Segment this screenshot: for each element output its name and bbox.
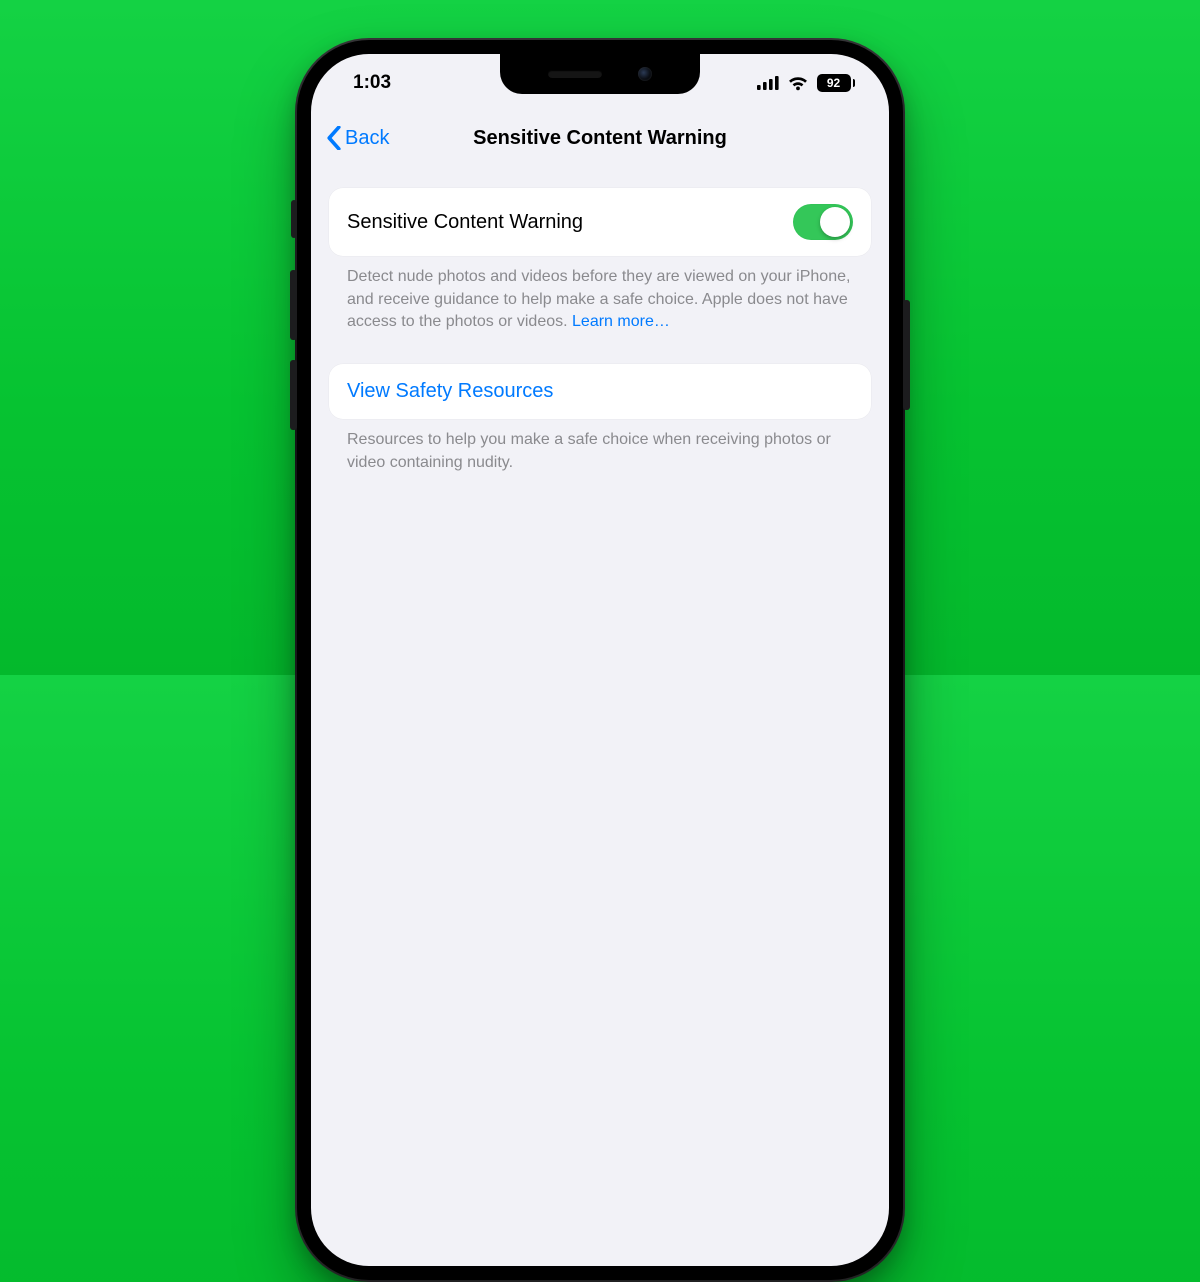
mute-switch[interactable] xyxy=(291,200,297,238)
safety-resources-label: View Safety Resources xyxy=(347,380,553,403)
sensitive-content-toggle[interactable] xyxy=(793,204,853,240)
phone-screen: 1:03 xyxy=(311,54,889,1266)
sensitive-content-group: Sensitive Content Warning Detect nude ph… xyxy=(329,188,871,334)
status-right: 92 xyxy=(757,74,856,92)
safety-resources-card: View Safety Resources xyxy=(329,364,871,419)
settings-content: Sensitive Content Warning Detect nude ph… xyxy=(311,164,889,475)
chevron-left-icon xyxy=(325,126,343,150)
page-title: Sensitive Content Warning xyxy=(311,127,889,150)
sensitive-content-row-card: Sensitive Content Warning xyxy=(329,188,871,256)
battery-icon: 92 xyxy=(817,74,856,92)
display-notch xyxy=(500,54,700,94)
wifi-icon xyxy=(787,75,809,91)
back-button[interactable]: Back xyxy=(325,126,389,150)
volume-down-button[interactable] xyxy=(290,360,297,430)
status-time: 1:03 xyxy=(353,72,391,94)
cellular-icon xyxy=(757,76,779,90)
phone-frame: 1:03 xyxy=(297,40,903,1280)
toggle-knob xyxy=(820,207,850,237)
front-camera xyxy=(638,67,652,81)
safety-resources-footer: Resources to help you make a safe choice… xyxy=(329,419,871,474)
sensitive-content-toggle-row: Sensitive Content Warning xyxy=(329,188,871,256)
battery-percent: 92 xyxy=(818,75,850,91)
back-label: Back xyxy=(345,127,389,150)
navigation-bar: Back Sensitive Content Warning xyxy=(311,112,889,164)
earpiece-speaker xyxy=(548,70,602,78)
stage: 1:03 xyxy=(0,0,1200,675)
toggle-label: Sensitive Content Warning xyxy=(347,211,583,234)
safety-resources-description: Resources to help you make a safe choice… xyxy=(347,431,831,471)
learn-more-link[interactable]: Learn more… xyxy=(572,313,670,330)
view-safety-resources-button[interactable]: View Safety Resources xyxy=(329,364,871,419)
side-button[interactable] xyxy=(903,300,910,410)
sensitive-content-footer: Detect nude photos and videos before the… xyxy=(329,256,871,334)
safety-resources-group: View Safety Resources Resources to help … xyxy=(329,364,871,474)
volume-up-button[interactable] xyxy=(290,270,297,340)
